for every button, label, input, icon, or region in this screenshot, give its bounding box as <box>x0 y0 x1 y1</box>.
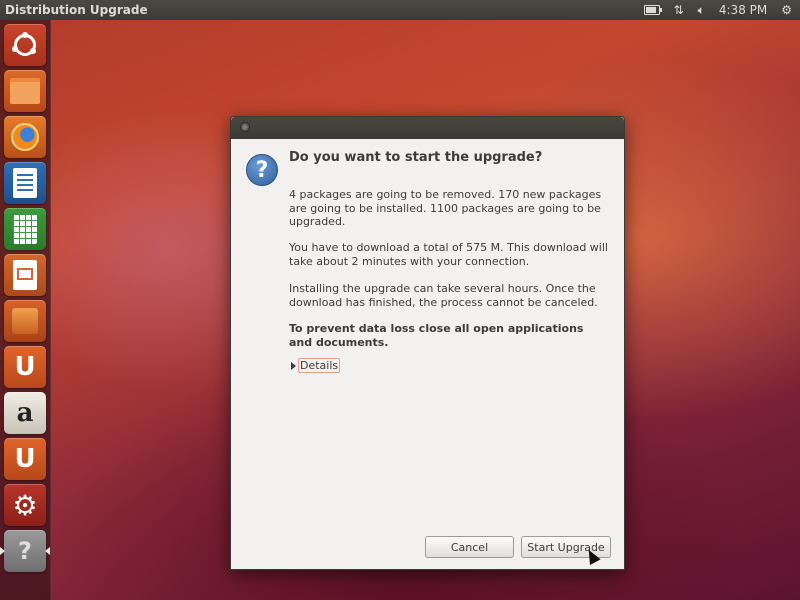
dialog-titlebar[interactable] <box>231 117 624 139</box>
window-title: Distribution Upgrade <box>5 3 148 17</box>
launcher-item-ubuntu-one[interactable]: U <box>4 346 46 388</box>
launcher: U a U ⚙ ? <box>0 20 51 600</box>
question-icon: ? <box>246 154 278 186</box>
settings-icon: ⚙ <box>12 488 38 522</box>
firefox-icon <box>11 123 39 151</box>
ubuntu-logo-icon <box>12 32 36 56</box>
upgrade-dialog: ? Do you want to start the upgrade? 4 pa… <box>230 116 625 570</box>
battery-icon[interactable] <box>643 5 662 15</box>
launcher-item-system-settings[interactable]: ⚙ <box>4 484 46 526</box>
top-panel: Distribution Upgrade ⇅ 🔈︎ 4:38 PM ⚙ <box>0 0 800 20</box>
network-arrows-icon[interactable]: ⇅ <box>674 3 684 17</box>
duration-warning: Installing the upgrade can take several … <box>289 282 598 309</box>
launcher-item-ubuntu-one-music[interactable]: U <box>4 438 46 480</box>
battery-fill <box>645 7 656 13</box>
cancel-button[interactable]: Cancel <box>425 536 514 558</box>
gear-icon[interactable]: ⚙ <box>781 3 792 17</box>
calc-icon <box>13 214 37 244</box>
folder-icon <box>10 78 40 104</box>
shopping-bag-icon <box>12 308 38 334</box>
expander-arrow-icon <box>291 361 296 370</box>
indicator-area: ⇅ 🔈︎ 4:38 PM ⚙ <box>643 3 800 18</box>
launcher-item-libreoffice-impress[interactable] <box>4 254 46 296</box>
clock[interactable]: 4:38 PM <box>719 3 767 17</box>
focused-app-indicator <box>45 547 50 555</box>
question-icon: ? <box>18 537 32 565</box>
launcher-item-libreoffice-writer[interactable] <box>4 162 46 204</box>
impress-icon <box>13 260 37 290</box>
amazon-icon: a <box>16 398 34 428</box>
launcher-item-dash-home[interactable] <box>4 24 46 66</box>
data-loss-warning: To prevent data loss close all open appl… <box>289 322 584 349</box>
launcher-item-software-updater[interactable]: ? <box>4 530 46 572</box>
launcher-item-ubuntu-software-center[interactable] <box>4 300 46 342</box>
writer-icon <box>13 168 37 198</box>
launcher-item-firefox[interactable] <box>4 116 46 158</box>
speaker-icon[interactable]: 🔈︎ <box>698 3 705 18</box>
launcher-item-amazon[interactable]: a <box>4 392 46 434</box>
ubuntu-one-icon: U <box>14 352 36 382</box>
download-summary: You have to download a total of 575 M. T… <box>289 241 608 268</box>
details-expander[interactable]: Details <box>291 358 341 373</box>
ubuntu-one-icon: U <box>14 444 36 474</box>
dialog-heading: Do you want to start the upgrade? <box>289 150 543 165</box>
details-label: Details <box>298 358 341 373</box>
launcher-item-home-folder[interactable] <box>4 70 46 112</box>
close-icon[interactable] <box>240 122 250 132</box>
active-app-indicator <box>0 547 5 555</box>
packages-summary: 4 packages are going to be removed. 170 … <box>289 188 602 228</box>
launcher-item-libreoffice-calc[interactable] <box>4 208 46 250</box>
